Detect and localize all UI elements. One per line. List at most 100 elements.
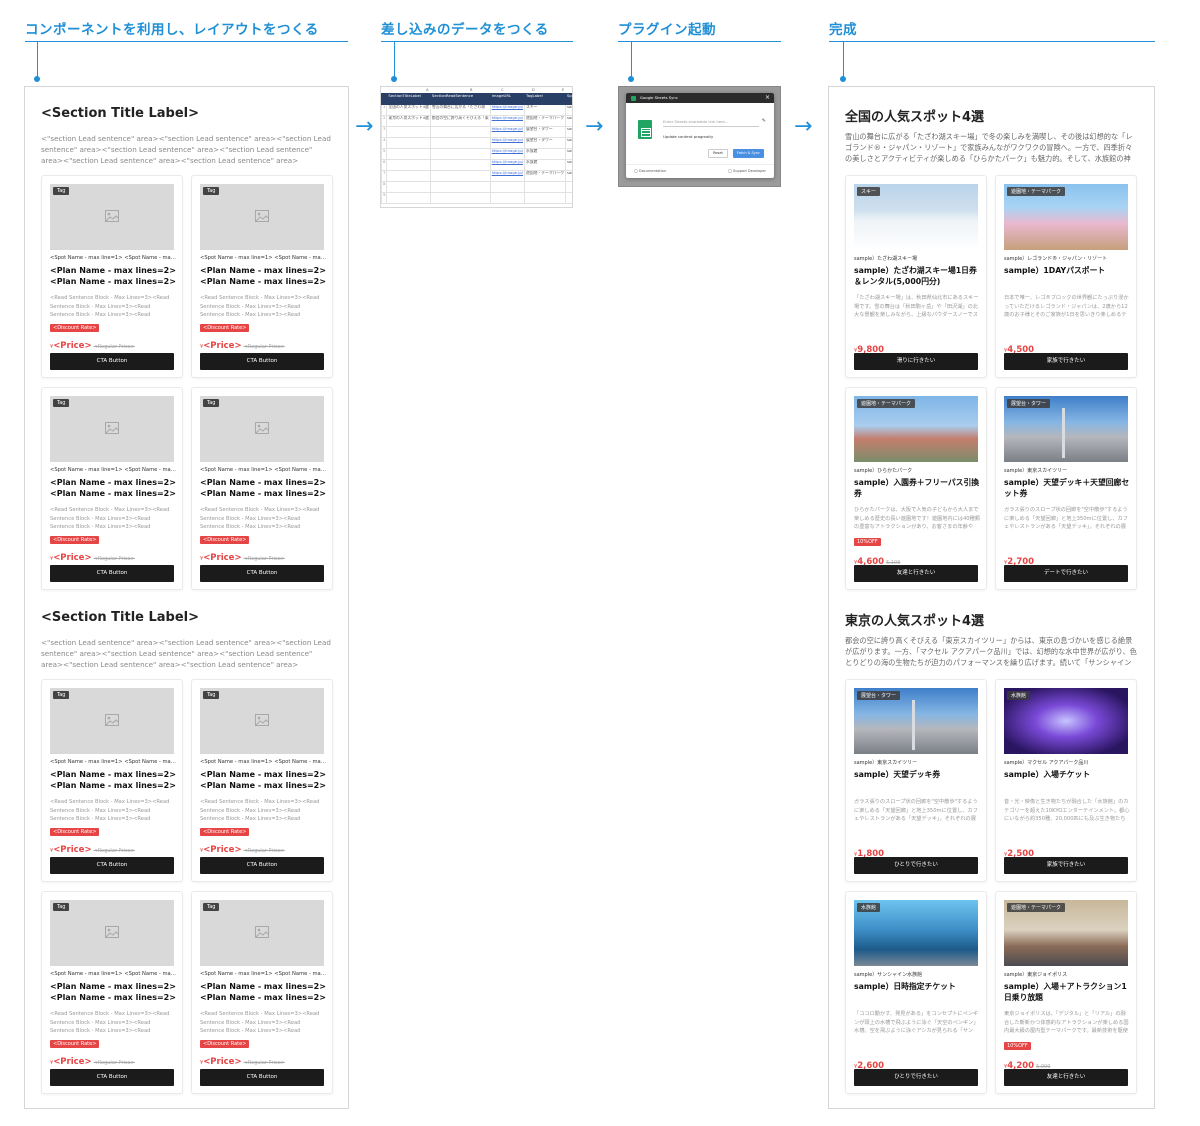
plan-card[interactable]: Tag <Spot Name - max line=1> <Spot Name -… <box>41 679 183 882</box>
sheet-cell[interactable] <box>386 137 431 149</box>
sheet-cell[interactable]: スキー <box>524 104 567 116</box>
sheet-cell[interactable]: https://image.jp/ <box>489 148 526 160</box>
sheet-cell[interactable]: 展望台・タワー <box>524 137 567 149</box>
support-link[interactable]: ◯ Support Developer <box>728 169 766 173</box>
sheet-cell[interactable]: https://image.jp/ <box>489 126 526 138</box>
plan-card[interactable]: 展望台・タワー sample）東京スカイツリー sample）天望デッキ券 ガラス張り… <box>845 679 987 882</box>
sheet-cell[interactable]: 都会の空に誇り高くそびえる「東 <box>429 115 491 127</box>
sheet-cell[interactable] <box>386 126 431 138</box>
cta-button[interactable]: デートで行きたい <box>1004 565 1128 582</box>
sheet-cell[interactable]: https://image.jp/ <box>489 159 526 171</box>
header-cell[interactable]: SectionReadSentence <box>429 93 491 105</box>
cta-button[interactable]: CTA Button <box>200 857 324 874</box>
plan-card[interactable]: Tag <Spot Name - max line=1> <Spot Name -… <box>191 387 333 590</box>
plan-card[interactable]: Tag <Spot Name - max line=1> <Spot Name -… <box>191 891 333 1094</box>
cta-button[interactable]: CTA Button <box>50 353 174 370</box>
sheet-cell[interactable] <box>429 170 491 182</box>
card-tag: Tag <box>53 187 70 195</box>
cta-button[interactable]: CTA Button <box>200 353 324 370</box>
read-sentence: <Read Sentence Block - Max Lines=3><Read… <box>50 1011 170 1034</box>
spreadsheet[interactable]: A B C D E SectionTitleLabel SectionReadSenten… <box>380 86 573 208</box>
sheet-cell[interactable]: https://image.jp/ <box>489 115 526 127</box>
close-icon[interactable]: × <box>765 94 770 101</box>
plan-card[interactable]: 遊園地・テーマパーク sample）東京ジョイポリス sample）入場＋アトラクシ… <box>995 891 1137 1094</box>
sheet-cell[interactable]: sample)サンシャイン <box>565 159 572 171</box>
plan-card[interactable]: Tag <Spot Name - max line=1> <Spot Name -… <box>191 175 333 378</box>
sheet-cell[interactable] <box>386 148 431 160</box>
sheet-cell[interactable]: 全国の人気スポット4選 <box>386 104 431 116</box>
cta-button[interactable]: 家族で行きたい <box>1004 857 1128 874</box>
sheet-cell[interactable] <box>429 137 491 149</box>
sheet-cell[interactable] <box>386 181 431 193</box>
sheet-cell[interactable] <box>429 181 491 193</box>
cta-button[interactable]: CTA Button <box>200 1069 324 1086</box>
edit-icon[interactable]: ✎ <box>762 118 766 124</box>
sheet-cell[interactable] <box>524 181 567 193</box>
card-image-placeholder: Tag <box>200 396 324 462</box>
sheet-cell[interactable]: sample)マクセル <box>565 148 572 160</box>
sheet-cell[interactable] <box>489 192 526 204</box>
plan-card[interactable]: 水族館 sample）マクセル アクアパーク品川 sample）入場チケット 音・光・… <box>995 679 1137 882</box>
cta-button[interactable]: 家族で行きたい <box>1004 353 1128 370</box>
sheet-cell[interactable] <box>429 148 491 160</box>
header-cell[interactable]: SpotName <box>565 93 572 105</box>
header-cell[interactable]: SectionTitleLabel <box>386 93 431 105</box>
sheet-cell[interactable] <box>429 126 491 138</box>
sheet-cell[interactable]: sample)東京ジョイ <box>565 170 572 182</box>
sheet-link-input[interactable]: Enter Sheets shareable link here... <box>663 117 759 127</box>
sheet-cell[interactable] <box>429 159 491 171</box>
sheet-cell[interactable]: 遊園地・テーマパーク <box>524 170 567 182</box>
sheet-cell[interactable] <box>386 170 431 182</box>
sheet-cell[interactable]: 展望台・タワー <box>524 126 567 138</box>
plan-card[interactable]: 展望台・タワー sample）東京スカイツリー sample）天望デッキ＋天望回廊セ… <box>995 387 1137 590</box>
reset-button[interactable]: Reset <box>708 149 728 158</box>
plan-card[interactable]: Tag <Spot Name - max line=1> <Spot Name -… <box>41 387 183 590</box>
header-cell[interactable]: TagLabel <box>524 93 567 105</box>
plan-card[interactable]: スキー sample）たざわ湖スキー場 sample）たざわ湖スキー場1日券＆レンタ… <box>845 175 987 378</box>
cta-button[interactable]: ひとりで行きたい <box>854 857 978 874</box>
price: <Price> <box>53 341 92 351</box>
sheet-grid[interactable]: SectionTitleLabel SectionReadSentence Imag… <box>381 93 572 204</box>
sheet-cell[interactable]: sample)レゴランド <box>565 115 572 127</box>
plan-card[interactable]: 遊園地・テーマパーク sample）ひらかたパーク sample）入園券＋フリーパス… <box>845 387 987 590</box>
sheet-cell[interactable]: https://image.jp/ <box>489 104 526 116</box>
fetch-sync-button[interactable]: Fetch & Sync <box>733 149 764 158</box>
spot-photo: 遊園地・テーマパーク <box>1004 184 1128 250</box>
cta-button[interactable]: CTA Button <box>50 857 174 874</box>
sheet-cell[interactable]: https://image.jp/ <box>489 137 526 149</box>
sheet-cell[interactable]: sample)東京スカイ <box>565 137 572 149</box>
sheet-cell[interactable]: https://image.jp/ <box>489 170 526 182</box>
cta-button[interactable]: CTA Button <box>50 1069 174 1086</box>
cta-button[interactable]: 友達と行きたい <box>854 565 978 582</box>
column-letter: C <box>501 88 504 92</box>
sheet-cell[interactable]: 東京の人気スポット4選 <box>386 115 431 127</box>
sheet-cell[interactable] <box>524 192 567 204</box>
read-sentence: ガラス張りのスロープ状の回廊を"空中散歩"するように楽しめる「天望回廊」と地上3… <box>854 799 978 822</box>
sheet-cell[interactable] <box>429 192 491 204</box>
sheet-cell[interactable]: sample)たざわ湖 <box>565 104 572 116</box>
sheet-cell[interactable] <box>565 192 572 204</box>
cta-button[interactable]: CTA Button <box>200 565 324 582</box>
sheet-cell[interactable]: sample)ひらかた <box>565 126 572 138</box>
plan-card[interactable]: 水族館 sample）サンシャイン水族館 sample）日時指定チケット 「ココロ動か… <box>845 891 987 1094</box>
sheet-cell[interactable]: 雪山の舞台に広がる「たざわ湖 <box>429 104 491 116</box>
cta-button[interactable]: CTA Button <box>50 565 174 582</box>
sheet-cell[interactable]: 水族館 <box>524 159 567 171</box>
plan-card[interactable]: 遊園地・テーマパーク sample）レゴランド®・ジャパン・リゾート sample）… <box>995 175 1137 378</box>
cta-button[interactable]: ひとりで行きたい <box>854 1069 978 1086</box>
sheet-cell[interactable]: 水族館 <box>524 148 567 160</box>
sheet-cell[interactable]: 遊園地・テーマパーク <box>524 115 567 127</box>
plan-card[interactable]: Tag <Spot Name - max line=1> <Spot Name -… <box>41 891 183 1094</box>
sheet-cell[interactable] <box>489 181 526 193</box>
cta-button[interactable]: 滑りに行きたい <box>854 353 978 370</box>
plan-card[interactable]: Tag <Spot Name - max line=1> <Spot Name -… <box>41 175 183 378</box>
sheet-cell[interactable] <box>386 159 431 171</box>
plan-card[interactable]: Tag <Spot Name - max line=1> <Spot Name -… <box>191 679 333 882</box>
header-cell[interactable]: ImageURL <box>489 93 526 105</box>
documentation-link[interactable]: ◯ Documentation <box>634 169 666 173</box>
sheet-cell[interactable] <box>386 192 431 204</box>
plugin-dialog: Google Sheets Sync × Enter Sheets sharea… <box>626 93 774 178</box>
cta-button[interactable]: 友達と行きたい <box>1004 1069 1128 1086</box>
sheet-cell[interactable] <box>565 181 572 193</box>
read-sentence: 「たざわ湖スキー場」は、秋田県仙北市にあるスキー場です。雪の舞台は「秋田駒ヶ岳」… <box>854 295 979 318</box>
